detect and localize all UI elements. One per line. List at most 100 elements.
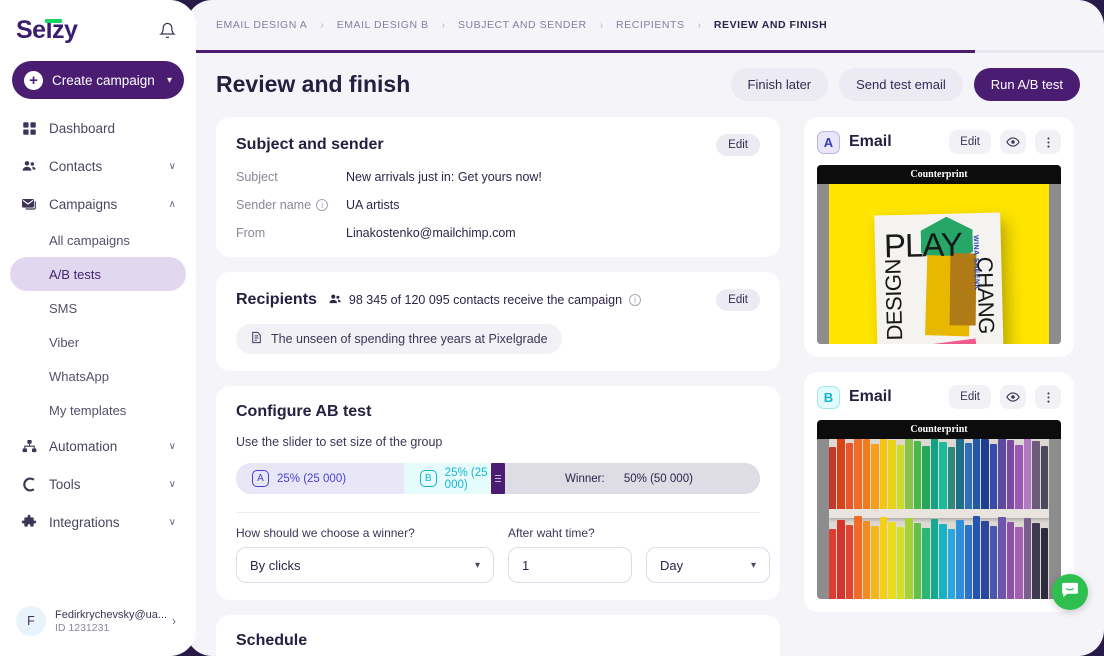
wait-time-field: After waht time? 1: [508, 526, 632, 583]
book-spine: [879, 439, 888, 509]
book-spine: [972, 439, 981, 509]
user-email: Fedirkrychevsky@ua...: [55, 608, 168, 621]
breadcrumb-item-subject-and-sender[interactable]: SUBJECT AND SENDER: [458, 19, 587, 31]
content-columns: Subject and sender Edit Subject New arri…: [186, 101, 1104, 656]
finish-later-button[interactable]: Finish later: [730, 68, 829, 101]
book-spine: [964, 525, 972, 599]
recipients-heading: Recipients 98 345 of 120 095 contacts re…: [236, 291, 642, 309]
segment-chip-label: The unseen of spending three years at Pi…: [271, 332, 548, 346]
card-title: Subject and sender: [236, 136, 384, 153]
preview-eye-icon[interactable]: [1000, 130, 1026, 154]
sidebar-item-dashboard[interactable]: Dashboard: [10, 109, 186, 147]
wait-time-value: 1: [522, 557, 530, 573]
logo-accent-bar: [45, 19, 62, 23]
sidebar-subitem-my-templates[interactable]: My templates: [10, 393, 186, 427]
info-icon[interactable]: i: [629, 294, 642, 306]
field-row-subject: Subject New arrivals just in: Get yours …: [236, 170, 760, 184]
preview-title: Email: [849, 388, 892, 405]
create-campaign-button[interactable]: + Create campaign ▾: [12, 61, 184, 99]
more-options-icon[interactable]: [1035, 130, 1061, 154]
edit-email-a-button[interactable]: Edit: [949, 130, 991, 154]
header-actions: Finish later Send test email Run A/B tes…: [730, 68, 1080, 101]
slider-hint: Use the slider to set size of the group: [236, 435, 443, 449]
preview-banner: Counterprint: [817, 165, 1061, 184]
art-text-main: PLAY: [883, 225, 963, 265]
book-spine: [1023, 518, 1032, 599]
sidebar-item-label: Integrations: [49, 514, 120, 530]
book-spine: [913, 441, 922, 509]
sidebar-subitem-all-campaigns[interactable]: All campaigns: [10, 223, 186, 257]
edit-recipients-button[interactable]: Edit: [716, 289, 760, 311]
sidebar-subitem-ab-tests[interactable]: A/B tests: [10, 257, 186, 291]
slider-segment-b-label: 25% (25 000): [444, 466, 488, 491]
left-column: Subject and sender Edit Subject New arri…: [216, 117, 780, 656]
send-test-email-button[interactable]: Send test email: [839, 68, 963, 101]
sidebar-subitem-label: SMS: [49, 300, 78, 316]
sidebar-subitem-sms[interactable]: SMS: [10, 291, 186, 325]
slider-handle[interactable]: [491, 463, 505, 494]
book-spine: [964, 443, 972, 509]
field-value: UA artists: [346, 198, 400, 212]
email-preview-card-a: A Email Edit Counterprint DESIGN PLAY WI…: [804, 117, 1074, 357]
winner-method-label: How should we choose a winner?: [236, 526, 415, 540]
book-spine: [829, 529, 837, 599]
envelope-icon: [20, 195, 38, 213]
wait-time-input[interactable]: 1: [508, 547, 632, 583]
preview-header: B Email Edit: [817, 385, 1061, 409]
more-options-icon[interactable]: [1035, 385, 1061, 409]
breadcrumb-item-email-design-b[interactable]: EMAIL DESIGN B: [337, 19, 429, 31]
variant-b-badge: B: [817, 385, 840, 409]
app-logo[interactable]: Selzy: [16, 16, 78, 45]
email-b-preview[interactable]: Counterprint: [817, 420, 1061, 599]
ab-split-slider[interactable]: A 25% (25 000) B 25% (25 000) Winner: 50…: [236, 463, 760, 494]
sidebar-item-campaigns[interactable]: Campaigns ∧: [10, 185, 186, 223]
book-spine: [837, 520, 845, 599]
grid-icon: [20, 119, 38, 137]
sidebar-subitem-viber[interactable]: Viber: [10, 325, 186, 359]
breadcrumb-item-recipients[interactable]: RECIPIENTS: [616, 19, 685, 31]
email-a-preview[interactable]: Counterprint DESIGN PLAY WINA SHEENK CHA…: [817, 165, 1061, 344]
sidebar-item-integrations[interactable]: Integrations ∨: [10, 503, 186, 541]
book-spine: [854, 439, 862, 509]
variant-a-badge: A: [252, 470, 269, 487]
sidebar-item-tools[interactable]: Tools ∨: [10, 465, 186, 503]
book-spine: [930, 519, 939, 599]
art-text-right: CHANG: [972, 256, 1000, 335]
book-spine: [947, 447, 956, 509]
edit-email-b-button[interactable]: Edit: [949, 385, 991, 409]
book-spine: [956, 520, 964, 599]
chat-widget-button[interactable]: [1052, 574, 1088, 610]
preview-banner: Counterprint: [817, 420, 1061, 439]
breadcrumb-item-review-and-finish[interactable]: REVIEW AND FINISH: [714, 19, 827, 31]
book-spine: [939, 442, 947, 509]
breadcrumb-separator-icon: ›: [697, 19, 701, 31]
book-spine: [956, 439, 964, 509]
preview-header: A Email Edit: [817, 130, 1061, 154]
sidebar-item-contacts[interactable]: Contacts ∨: [10, 147, 186, 185]
book-spine: [981, 521, 989, 599]
breadcrumb-item-email-design-a[interactable]: EMAIL DESIGN A: [216, 19, 307, 31]
subject-and-sender-card: Subject and sender Edit Subject New arri…: [216, 117, 780, 257]
sidebar-subitem-whatsapp[interactable]: WhatsApp: [10, 359, 186, 393]
user-profile[interactable]: F Fedirkrychevsky@ua... ID 1231231 ›: [10, 600, 186, 642]
book-spine: [947, 529, 956, 599]
sidebar-item-label: Tools: [49, 476, 81, 492]
book-spine: [998, 439, 1006, 509]
book-spine: [1015, 445, 1023, 509]
segment-chip[interactable]: The unseen of spending three years at Pi…: [236, 324, 562, 354]
step-progress-fill: [186, 50, 976, 53]
sidebar-subitem-label: Viber: [49, 334, 80, 350]
notifications-bell-icon[interactable]: [156, 20, 178, 42]
list-icon: [250, 331, 263, 347]
slider-segment-a: A 25% (25 000): [236, 463, 404, 494]
recipients-stat-text: 98 345 of 120 095 contacts receive the c…: [348, 293, 623, 307]
info-icon[interactable]: i: [316, 199, 329, 211]
wait-unit-select[interactable]: Day ▾: [646, 547, 770, 583]
run-ab-test-button[interactable]: Run A/B test: [973, 68, 1080, 101]
sidebar-item-automation[interactable]: Automation ∨: [10, 427, 186, 465]
winner-method-select[interactable]: By clicks ▾: [236, 547, 494, 583]
edit-subject-button[interactable]: Edit: [716, 134, 760, 156]
wait-unit-value: Day: [660, 557, 684, 573]
book-spine: [854, 516, 862, 599]
preview-eye-icon[interactable]: [1000, 385, 1026, 409]
